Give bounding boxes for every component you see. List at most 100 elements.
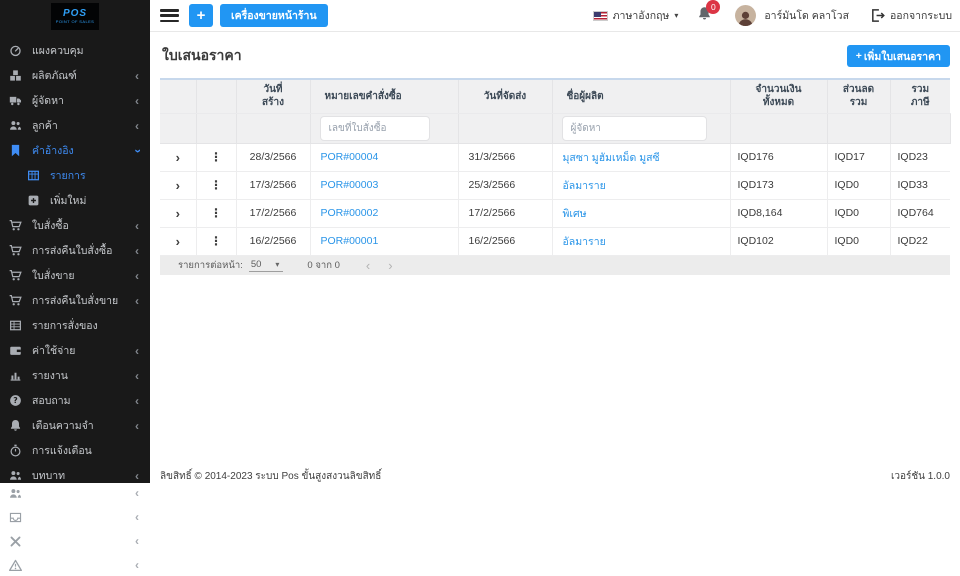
plus-icon: + <box>855 50 862 62</box>
order-number-link[interactable]: POR#00001 <box>321 235 379 247</box>
sidebar-item-suppliers[interactable]: ผู้จัดหา ‹ <box>0 88 150 113</box>
chevron-left-icon: ‹ <box>135 293 139 308</box>
expand-row-icon[interactable]: › <box>176 206 180 221</box>
expand-row-icon[interactable]: › <box>176 150 180 165</box>
sidebar-item-warnings[interactable]: ‹ <box>0 553 150 576</box>
total-amount-cell: IQD8,164 <box>730 199 828 228</box>
copyright-text: ลิขสิทธิ์ © 2014-2023 ระบบ Pos ขั้นสูงสง… <box>160 471 382 482</box>
order-number-link[interactable]: POR#00002 <box>321 207 379 219</box>
notifications-button[interactable]: 0 <box>697 0 721 26</box>
cart-icon <box>9 270 22 281</box>
quotations-table: วันที่ สร้าง หมายเลขคำสั่งซื้อ วันที่จัดส… <box>160 78 951 256</box>
total-amount-cell: IQD176 <box>730 143 828 172</box>
expand-row-icon[interactable]: › <box>176 178 180 193</box>
producer-link[interactable]: อัลมาราย <box>563 180 606 192</box>
tax-cell: IQD22 <box>890 227 950 256</box>
sidebar-item-customers[interactable]: ลูกค้า ‹ <box>0 113 150 138</box>
sidebar-item-users[interactable]: ‹ <box>0 481 150 505</box>
row-actions-icon[interactable]: ⋮ <box>210 206 222 220</box>
header-producer-name: ชื่อผู้ผลิต <box>552 79 731 114</box>
table-row: › ⋮ 17/3/2566 POR#00003 25/3/2566 อัลมาร… <box>160 171 950 200</box>
discount-cell: IQD0 <box>827 171 891 200</box>
row-actions-icon[interactable]: ⋮ <box>210 178 222 192</box>
table-filter-row <box>160 113 951 144</box>
sidebar-item-reminders[interactable]: เตือนความจำ ‹ <box>0 413 150 438</box>
sidebar-subitem-add-new[interactable]: เพิ่มใหม่ <box>0 188 150 213</box>
sidebar-item-reports[interactable]: รายงาน ‹ <box>0 363 150 388</box>
logout-button[interactable]: ออกจากระบบ <box>870 7 952 24</box>
header-order-number: หมายเลขคำสั่งซื้อ <box>310 79 459 114</box>
delivery-date-cell: 16/2/2566 <box>458 227 553 256</box>
quick-add-button[interactable]: + <box>189 4 213 27</box>
avatar <box>735 5 757 26</box>
delivery-date-cell: 31/3/2566 <box>458 143 553 172</box>
table-row: › ⋮ 16/2/2566 POR#00001 16/2/2566 อัลมาร… <box>160 227 950 256</box>
person-icon <box>738 11 753 26</box>
header-total-amount: จำนวนเงิน ทั้งหมด <box>730 79 828 114</box>
sidebar-item-quotations[interactable]: คำอ้างอิง ‹ <box>0 138 150 163</box>
sidebar-item-order-list[interactable]: รายการสั่งของ <box>0 313 150 338</box>
stopwatch-icon <box>10 444 21 457</box>
chevron-left-icon: ‹ <box>135 68 139 83</box>
list-icon <box>28 170 39 181</box>
language-selector[interactable]: ภาษาอังกฤษ ▾ <box>592 7 678 24</box>
plus-square-icon <box>27 194 40 207</box>
cart-icon <box>9 220 22 231</box>
sidebar-item-dashboard[interactable]: แผงควบคุม <box>0 38 150 63</box>
user-menu[interactable]: อาร์มันโด คลาโวส <box>735 5 849 26</box>
sidebar-item-expenses[interactable]: ค่าใช้จ่าย ‹ <box>0 338 150 363</box>
order-number-link[interactable]: POR#00003 <box>321 179 379 191</box>
sidebar-item-products[interactable]: ผลิตภัณฑ์ ‹ <box>0 63 150 88</box>
delivery-date-cell: 17/2/2566 <box>458 199 553 228</box>
supplier-filter-input[interactable] <box>561 115 707 141</box>
customers-icon <box>10 121 22 130</box>
sidebar-item-purchase-orders[interactable]: ใบสั่งซื้อ ‹ <box>0 213 150 238</box>
user-name: อาร์มันโด คลาโวส <box>764 10 849 22</box>
producer-link[interactable]: พิเศษ <box>563 208 587 220</box>
producer-link[interactable]: มุสซา มูฮัมเหม็ด มูสซี <box>563 152 660 164</box>
sidebar-item-tools[interactable]: ‹ <box>0 529 150 553</box>
topbar: + เครื่องขายหน้าร้าน ภาษาอังกฤษ ▾ 0 อาร์… <box>150 0 960 32</box>
next-page-button[interactable]: › <box>388 258 392 273</box>
sidebar-item-inquiry[interactable]: สอบถาม ‹ <box>0 388 150 413</box>
header-total-tax: รวม ภาษี <box>890 79 950 114</box>
hamburger-menu-icon[interactable] <box>160 9 179 22</box>
logout-icon <box>872 9 885 22</box>
tools-icon <box>10 536 21 546</box>
pos-terminal-button[interactable]: เครื่องขายหน้าร้าน <box>220 4 328 27</box>
add-quotation-button[interactable]: + เพิ่มใบเสนอราคา <box>846 45 950 67</box>
sidebar-item-sales-orders[interactable]: ใบสั่งขาย ‹ <box>0 263 150 288</box>
chevron-left-icon: ‹ <box>135 534 139 548</box>
previous-page-button[interactable]: ‹ <box>366 258 370 273</box>
table-row: › ⋮ 28/3/2566 POR#00004 31/3/2566 มุสซา … <box>160 143 950 172</box>
delivery-date-cell: 25/3/2566 <box>458 171 553 200</box>
created-date-cell: 16/2/2566 <box>236 227 311 256</box>
per-page-select[interactable]: 50 ▾ <box>248 259 284 272</box>
main-content: ใบเสนอราคา + เพิ่มใบเสนอราคา วันที่ สร้าง… <box>150 33 960 275</box>
mailbox-icon <box>9 512 22 522</box>
sidebar-item-sales-returns[interactable]: การส่งคืนใบสั่งขาย ‹ <box>0 288 150 313</box>
wallet-icon <box>10 346 21 355</box>
row-actions-icon[interactable]: ⋮ <box>210 234 222 248</box>
chevron-left-icon: ‹ <box>135 468 139 483</box>
truck-icon <box>9 96 22 106</box>
chevron-left-icon: ‹ <box>135 118 139 133</box>
order-number-link[interactable]: POR#00004 <box>321 151 379 163</box>
sidebar-subitem-list[interactable]: รายการ <box>0 163 150 188</box>
tax-cell: IQD764 <box>890 199 950 228</box>
sidebar-overflow: ‹ ‹ ‹ ‹ <box>0 481 150 576</box>
chevron-left-icon: ‹ <box>135 558 139 572</box>
cart-return-icon <box>9 295 22 306</box>
sidebar-menu: แผงควบคุม ผลิตภัณฑ์ ‹ ผู้จัดหา ‹ ลูกค้า … <box>0 32 150 488</box>
sidebar-item-notifications[interactable]: การแจ้งเตือน <box>0 438 150 463</box>
sidebar-item-mailbox[interactable]: ‹ <box>0 505 150 529</box>
pagination-bar: รายการต่อหน้า: 50 ▾ 0 จาก 0 ‹ › <box>160 255 950 275</box>
row-actions-icon[interactable]: ⋮ <box>210 150 222 164</box>
total-amount-cell: IQD173 <box>730 171 828 200</box>
sidebar-item-purchase-returns[interactable]: การส่งคืนใบสั่งซื้อ ‹ <box>0 238 150 263</box>
logo[interactable]: POS POINT OF SALES <box>0 0 150 32</box>
expand-row-icon[interactable]: › <box>176 234 180 249</box>
logo-tagline: POINT OF SALES <box>55 18 95 24</box>
producer-link[interactable]: อัลมาราย <box>563 236 606 248</box>
order-number-filter-input[interactable] <box>319 115 430 141</box>
